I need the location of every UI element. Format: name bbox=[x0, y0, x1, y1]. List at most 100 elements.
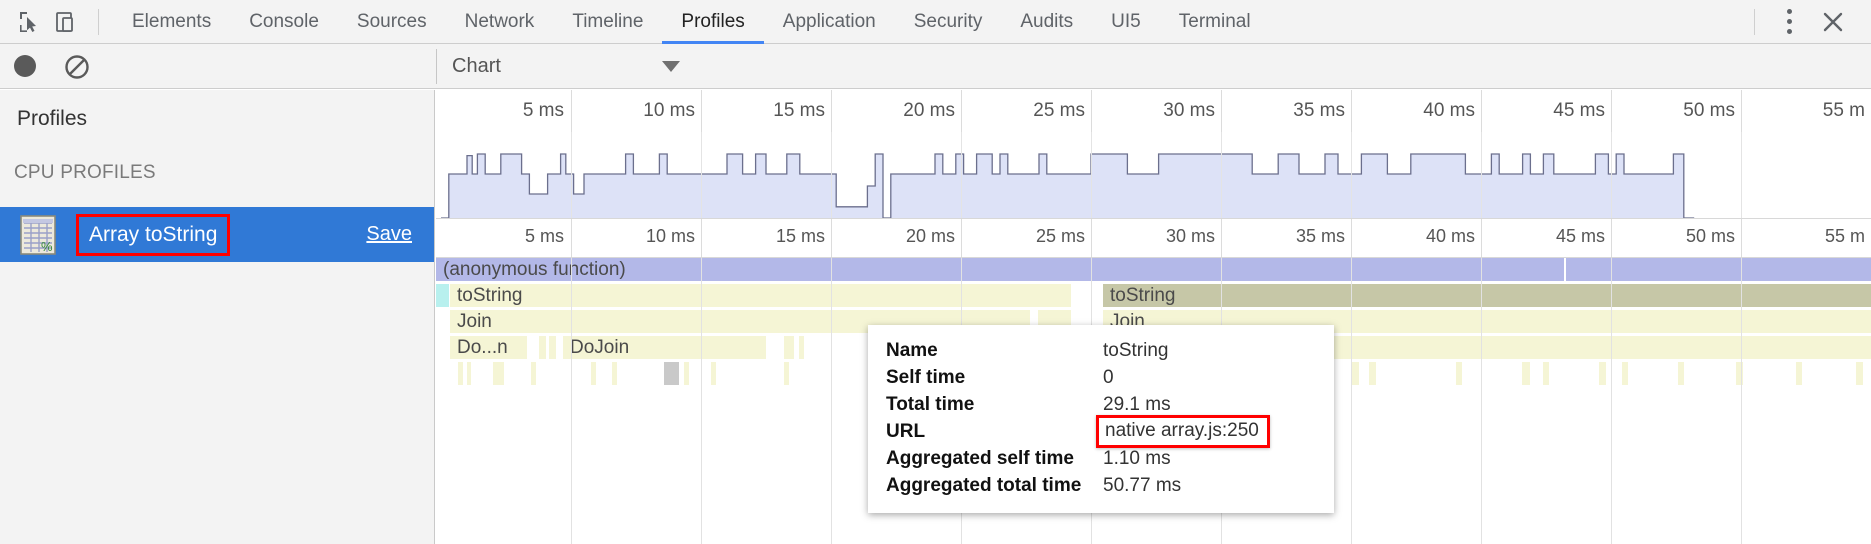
more-options-icon[interactable] bbox=[1769, 5, 1809, 39]
tooltip-value: 1.10 ms bbox=[1103, 447, 1171, 469]
tab-timeline[interactable]: Timeline bbox=[553, 0, 662, 43]
save-profile-link[interactable]: Save bbox=[366, 223, 412, 246]
flame-bar[interactable] bbox=[1796, 362, 1802, 385]
time-tick: 50 ms bbox=[1611, 90, 1742, 132]
profiles-sidebar: Profiles CPU PROFILES % Array toString S… bbox=[0, 90, 435, 544]
flame-bar[interactable] bbox=[784, 362, 789, 385]
time-tick-label: 20 ms bbox=[903, 100, 955, 121]
toolbar-divider bbox=[98, 8, 99, 35]
flame-bar[interactable] bbox=[549, 336, 556, 359]
time-tick-label: 25 ms bbox=[1035, 226, 1085, 246]
gridline bbox=[1741, 258, 1742, 544]
tooltip-row: Aggregated total time 50.77 ms bbox=[868, 472, 1334, 499]
tab-application[interactable]: Application bbox=[764, 0, 895, 43]
flame-bar-label: toString bbox=[457, 285, 523, 306]
flame-bar[interactable] bbox=[1543, 362, 1549, 385]
close-icon[interactable] bbox=[1809, 5, 1857, 39]
time-tick: 35 ms bbox=[1221, 219, 1352, 257]
tab-console[interactable]: Console bbox=[230, 0, 338, 43]
clear-all-profiles-icon[interactable] bbox=[64, 54, 90, 80]
time-tick: 40 ms bbox=[1351, 90, 1482, 132]
overview-area-fill bbox=[441, 154, 1695, 218]
flame-bar[interactable] bbox=[493, 362, 504, 385]
time-tick: 30 ms bbox=[1091, 219, 1222, 257]
gridline bbox=[1481, 258, 1482, 544]
flame-bar[interactable] bbox=[531, 362, 536, 385]
time-tick: 45 ms bbox=[1481, 219, 1612, 257]
flame-bar[interactable] bbox=[684, 362, 689, 385]
tooltip-key: Aggregated self time bbox=[886, 447, 1074, 469]
gridline bbox=[831, 258, 832, 544]
time-tick: 55 m bbox=[1741, 90, 1871, 132]
sidebar-item-array-tostring[interactable]: % Array toString Save bbox=[0, 207, 434, 262]
panel-tabs: Elements Console Sources Network Timeline Pro… bbox=[113, 0, 1270, 44]
flame-bar[interactable] bbox=[539, 336, 546, 359]
flame-bar-do-n[interactable]: Do...n bbox=[450, 336, 527, 359]
gridline bbox=[1221, 132, 1222, 218]
time-tick: 50 ms bbox=[1611, 219, 1742, 257]
flame-bar--anonymous-function-[interactable]: (anonymous function) bbox=[436, 258, 1564, 281]
flame-bar[interactable] bbox=[612, 362, 617, 385]
flame-bar[interactable] bbox=[711, 362, 716, 385]
time-tick-label: 15 ms bbox=[773, 100, 825, 121]
time-tick-label: 30 ms bbox=[1163, 100, 1215, 121]
flame-bar-dojoin[interactable]: DoJoin bbox=[563, 336, 766, 359]
flame-bar[interactable] bbox=[1856, 362, 1863, 385]
time-tick-label: 10 ms bbox=[643, 100, 695, 121]
cpu-overview-graph[interactable] bbox=[436, 132, 1871, 218]
flame-bar[interactable] bbox=[1456, 362, 1462, 385]
flame-bar[interactable] bbox=[458, 362, 463, 385]
tab-elements[interactable]: Elements bbox=[113, 0, 230, 43]
tooltip-key: Self time bbox=[886, 366, 966, 388]
view-mode-value: Chart bbox=[452, 54, 501, 77]
time-tick-label: 30 ms bbox=[1165, 226, 1215, 246]
time-tick-label: 40 ms bbox=[1425, 226, 1475, 246]
record-button-icon[interactable] bbox=[14, 55, 36, 77]
flame-bar[interactable] bbox=[1369, 362, 1376, 385]
time-tick: 20 ms bbox=[831, 90, 962, 132]
tab-sources[interactable]: Sources bbox=[338, 0, 446, 43]
tab-terminal[interactable]: Terminal bbox=[1160, 0, 1270, 43]
flame-bar[interactable] bbox=[1622, 362, 1628, 385]
tab-profiles[interactable]: Profiles bbox=[662, 0, 764, 44]
tooltip-value: 29.1 ms bbox=[1103, 393, 1171, 415]
time-tick: 5 ms bbox=[436, 219, 571, 257]
tab-audits[interactable]: Audits bbox=[1001, 0, 1092, 43]
flame-bar[interactable] bbox=[784, 336, 794, 359]
gridline bbox=[1091, 132, 1092, 218]
flame-bar[interactable] bbox=[1352, 362, 1359, 385]
flame-bar[interactable] bbox=[467, 362, 471, 385]
inspect-element-icon[interactable] bbox=[12, 7, 48, 37]
flame-bar[interactable] bbox=[664, 362, 679, 385]
time-tick-label: 35 ms bbox=[1293, 100, 1345, 121]
gridline bbox=[1481, 132, 1482, 218]
tab-ui5[interactable]: UI5 bbox=[1092, 0, 1160, 43]
flamechart-tooltip: Name toString Self time 0 Total time 29.1 ms U… bbox=[868, 325, 1334, 513]
flame-bar[interactable] bbox=[1678, 362, 1684, 385]
time-tick: 20 ms bbox=[831, 219, 962, 257]
flame-bar[interactable] bbox=[799, 336, 804, 359]
time-tick-label: 50 ms bbox=[1683, 100, 1735, 121]
time-tick-label: 5 ms bbox=[524, 226, 564, 246]
view-mode-select[interactable]: Chart bbox=[452, 47, 702, 85]
flame-bar-tostring[interactable]: toString bbox=[1103, 284, 1871, 307]
gridline bbox=[1611, 258, 1612, 544]
flame-bar-tostring[interactable]: toString bbox=[450, 284, 1071, 307]
time-tick: 10 ms bbox=[571, 90, 702, 132]
flame-bar[interactable] bbox=[1599, 362, 1606, 385]
toggle-device-toolbar-icon[interactable] bbox=[48, 7, 84, 37]
flame-bar[interactable] bbox=[591, 362, 596, 385]
sidebar-title: Profiles bbox=[17, 107, 88, 130]
tab-network[interactable]: Network bbox=[446, 0, 554, 43]
time-tick: 55 m bbox=[1741, 219, 1871, 257]
time-tick-label: 20 ms bbox=[905, 226, 955, 246]
flame-bar-label: toString bbox=[1110, 285, 1176, 306]
flame-bar-label: (anonymous function) bbox=[443, 259, 626, 280]
time-tick-label: 40 ms bbox=[1423, 100, 1475, 121]
tab-security[interactable]: Security bbox=[895, 0, 1002, 43]
flame-bar[interactable] bbox=[1522, 362, 1530, 385]
time-tick-label: 55 m bbox=[1824, 226, 1865, 246]
overview-area-chart bbox=[441, 153, 1695, 218]
time-tick-label: 10 ms bbox=[645, 226, 695, 246]
flame-bar[interactable] bbox=[436, 284, 449, 307]
